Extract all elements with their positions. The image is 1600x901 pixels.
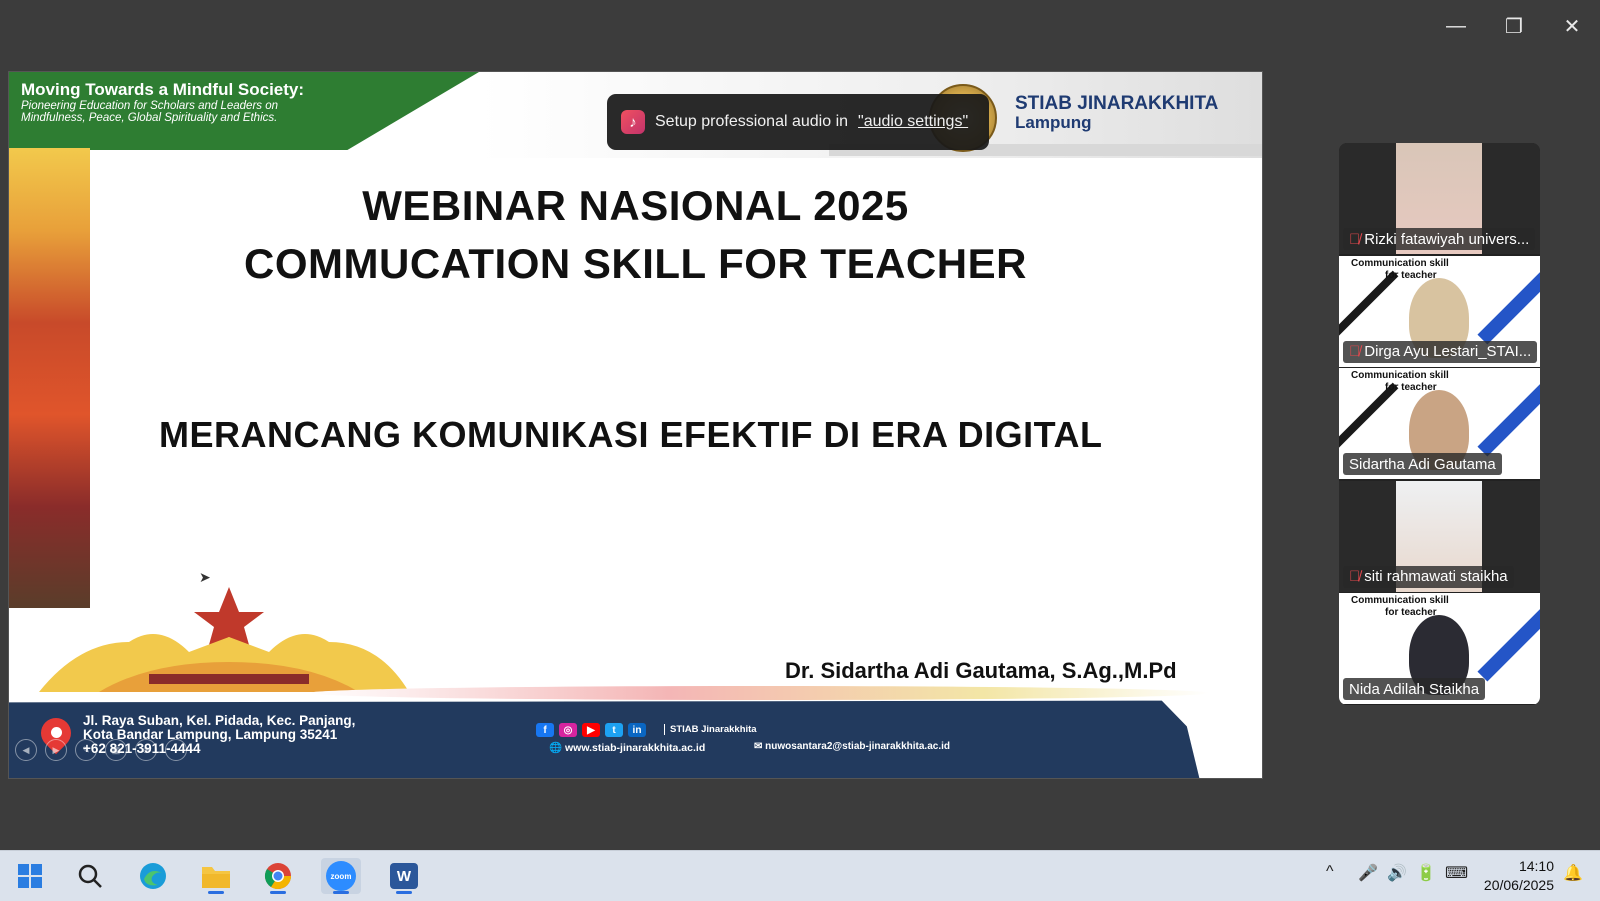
address-line-2: Kota Bandar Lampung, Lampung 35241 <box>83 727 338 742</box>
slide-prev-icon[interactable]: ◀ <box>15 739 37 761</box>
traditional-roof-ornament <box>39 587 409 692</box>
campus-logo-city: Lampung <box>1015 113 1092 132</box>
chrome-icon <box>264 863 292 890</box>
windows-logo-icon <box>18 864 42 888</box>
participant-name-label: 🎙̸ Dirga Ayu Lestari_STAI... <box>1343 340 1538 363</box>
social-handle: STIAB Jinarakkhita <box>664 724 757 735</box>
zoom-icon: zoom <box>326 861 356 891</box>
close-icon: ✕ <box>1563 15 1581 38</box>
slide-title-2: COMMUCATION SKILL FOR TEACHER <box>244 240 1027 287</box>
show-hidden-icons-chevron-icon[interactable]: ^ <box>1326 863 1334 881</box>
toast-text: Setup professional audio in <box>655 113 849 130</box>
audio-settings-link[interactable]: "audio settings" <box>858 113 968 131</box>
banner-subtitle: Pioneering Education for Scholars and Le… <box>21 100 401 124</box>
participant-name: siti rahmawati staikha <box>1364 568 1508 585</box>
close-button[interactable]: ✕ <box>1552 10 1592 42</box>
presenter-name: Dr. Sidartha Adi Gautama, S.Ag.,M.Pd <box>785 658 1177 683</box>
participant-name: Rizki fatawiyah univers... <box>1364 230 1530 248</box>
taskbar-clock[interactable]: 14:10 20/06/2025 <box>1480 857 1554 895</box>
participant-tile[interactable]: Communication skill for teacher 🎙̸ Dirga… <box>1339 255 1540 367</box>
taskbar-word-button[interactable]: W <box>384 858 424 894</box>
location-pin-dot <box>51 727 62 738</box>
address-line-1: Jl. Raya Suban, Kel. Pidada, Kec. Panjan… <box>83 713 356 728</box>
slide-zoom-icon[interactable]: ⊕ <box>135 739 157 761</box>
email-address: nuwosantara2@stiab-jinarakkhita.ac.id <box>765 741 950 752</box>
restore-icon: ❐ <box>1505 15 1523 38</box>
taskbar-search-button[interactable] <box>70 858 110 894</box>
participant-name-label: 🎙̸ siti rahmawati staikha <box>1343 565 1514 588</box>
tile-slide-title: Communication skill <box>1351 257 1449 269</box>
shared-screen-slide: Moving Towards a Mindful Society: Pionee… <box>8 71 1263 779</box>
folder-icon <box>202 867 230 888</box>
running-indicator <box>270 891 286 894</box>
volume-icon[interactable]: 🔊 <box>1387 863 1407 883</box>
twitter-icon: t <box>605 723 623 737</box>
clock-date: 20/06/2025 <box>1483 877 1554 893</box>
tile-slide-title: Communication skill <box>1351 370 1449 381</box>
taskbar-zoom-button[interactable]: zoom <box>321 858 361 894</box>
participant-name: Sidartha Adi Gautama <box>1349 455 1496 473</box>
youtube-icon: ▶ <box>582 723 600 737</box>
tile-slide-title: Communication skill <box>1351 595 1449 606</box>
windows-taskbar: zoom W ^ 🎤 🔊 🔋 ⌨ 14:10 20/06/2025 🔔 <box>0 850 1600 901</box>
music-note-icon: ♪ <box>621 110 645 134</box>
participant-tile[interactable]: Communication skill for teacher Nida Adi… <box>1339 593 1540 704</box>
participant-name: Nida Adilah Staikha <box>1349 680 1480 698</box>
battery-icon[interactable]: 🔋 <box>1416 863 1436 883</box>
tile-slide-subtitle: for teacher <box>1385 269 1437 281</box>
audio-settings-toast: ♪ Setup professional audio in "audio set… <box>607 94 989 150</box>
participant-tile[interactable]: Communication skill for teacher Sidartha… <box>1339 368 1540 479</box>
banner-subtitle-line-1: Pioneering Education for Scholars and Le… <box>21 100 279 112</box>
running-indicator <box>333 891 349 894</box>
campus-logo-name: STIAB JINARAKKHITA <box>1015 93 1219 114</box>
slide-more-icon[interactable]: ⋯ <box>165 739 187 761</box>
minimize-button[interactable]: — <box>1436 10 1476 42</box>
banner-subtitle-line-2: Mindfulness, Peace, Global Spirituality … <box>21 112 278 124</box>
taskbar-edge-button[interactable] <box>133 858 173 894</box>
participant-name-label: Nida Adilah Staikha <box>1343 678 1486 700</box>
mic-muted-icon: 🎙̸ <box>1349 230 1361 248</box>
keyboard-icon[interactable]: ⌨ <box>1445 863 1468 883</box>
website-text: 🌐 www.stiab-jinarakkhita.ac.id <box>549 742 706 754</box>
mic-muted-icon: 🎙̸ <box>1349 343 1361 360</box>
participant-tile[interactable]: 🎙̸ Rizki fatawiyah univers... <box>1339 143 1540 254</box>
mic-muted-icon: 🎙̸ <box>1349 568 1361 585</box>
microphone-icon[interactable]: 🎤 <box>1358 863 1378 883</box>
slide-title-1: WEBINAR NASIONAL 2025 <box>362 182 909 229</box>
email-text: ✉ nuwosantara2@stiab-jinarakkhita.ac.id <box>754 741 950 752</box>
participant-name-label: 🎙̸ Rizki fatawiyah univers... <box>1343 228 1536 250</box>
instagram-icon: ◎ <box>559 723 577 737</box>
slide-subtitle: MERANCANG KOMUNIKASI EFEKTIF DI ERA DIGI… <box>159 414 1103 455</box>
linkedin-icon: in <box>628 723 646 737</box>
running-indicator <box>208 891 224 894</box>
slide-pen-icon[interactable]: ✎ <box>75 739 97 761</box>
search-icon <box>78 864 102 888</box>
participant-name: Dirga Ayu Lestari_STAI... <box>1364 343 1532 360</box>
participant-gallery[interactable]: 🎙̸ Rizki fatawiyah univers... Communicat… <box>1339 143 1540 705</box>
participant-tile[interactable]: 🎙̸ siti rahmawati staikha <box>1339 480 1540 592</box>
taskbar-chrome-button[interactable] <box>258 858 298 894</box>
footer-highlight <box>309 686 1209 700</box>
restore-button[interactable]: ❐ <box>1494 10 1534 42</box>
mouse-pointer-icon: ➤ <box>199 569 211 585</box>
edge-icon <box>140 863 166 889</box>
running-indicator <box>396 891 412 894</box>
clock-time: 14:10 <box>1518 858 1554 874</box>
start-button[interactable] <box>10 858 50 894</box>
slide-grid-icon[interactable]: ▦ <box>105 739 127 761</box>
social-icons: f ◎ ▶ t in <box>536 723 646 737</box>
banner-title: Moving Towards a Mindful Society: <box>21 80 305 99</box>
taskbar-file-explorer-button[interactable] <box>196 858 236 894</box>
word-icon: W <box>390 863 418 889</box>
website-url: www.stiab-jinarakkhita.ac.id <box>565 742 706 754</box>
minimize-icon: — <box>1446 14 1466 37</box>
slide-next-icon[interactable]: ▶ <box>45 739 67 761</box>
facebook-icon: f <box>536 723 554 737</box>
notification-bell-icon[interactable]: 🔔 <box>1563 863 1583 883</box>
participant-name-label: Sidartha Adi Gautama <box>1343 453 1502 475</box>
